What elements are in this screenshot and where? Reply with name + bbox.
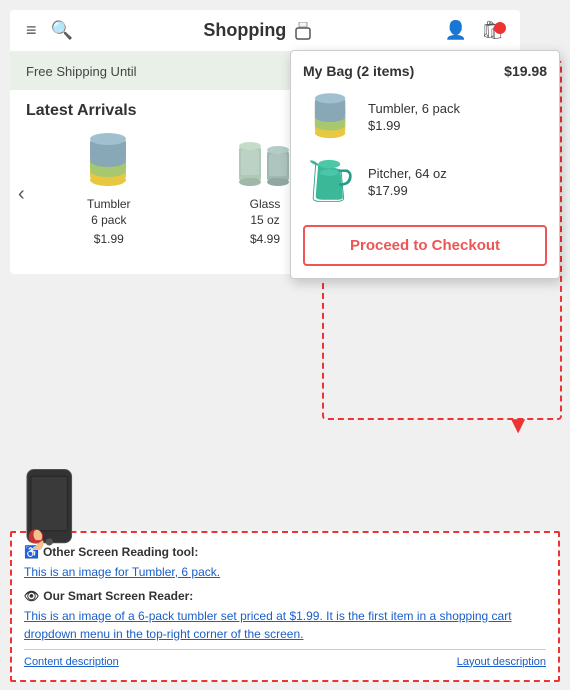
smart-reader-icon: 👁 (24, 587, 39, 605)
header-title: Shopping (203, 20, 314, 41)
tumbler-name: Tumbler6 pack (87, 197, 131, 228)
annotation-box: ♿ Other Screen Reading tool: This is an … (10, 531, 560, 683)
layout-description-link[interactable]: Layout description (457, 654, 546, 671)
cart-icon-wrap[interactable]: 🛍 (481, 20, 504, 41)
cart-item-pitcher-name: Pitcher, 64 oz (368, 166, 447, 181)
header: ≡ 🔍 Shopping 👤 🛍 (10, 10, 520, 52)
glass-price: $4.99 (250, 232, 280, 246)
header-left: ≡ 🔍 (26, 20, 73, 41)
smart-reader-label: Our Smart Screen Reader: (43, 587, 193, 605)
cart-item-tumbler: Tumbler, 6 pack $1.99 (303, 89, 547, 144)
banner-text: Free Shipping Until (26, 64, 137, 79)
search-icon[interactable]: 🔍 (51, 20, 73, 41)
menu-icon[interactable]: ≡ (26, 20, 37, 41)
cart-header: My Bag (2 items) $19.98 (303, 63, 547, 79)
smart-reader-link[interactable]: This is an image of a 6-pack tumbler set… (24, 609, 512, 641)
glass-image (233, 128, 298, 193)
cart-item-pitcher-price: $17.99 (368, 183, 447, 198)
annotation-footer: Content description Layout description (24, 649, 546, 671)
cart-dropdown: My Bag (2 items) $19.98 Tumbler, 6 pack … (290, 50, 560, 279)
tumbler-price: $1.99 (94, 232, 124, 246)
smart-reader-text: This is an image of a 6-pack tumbler set… (24, 607, 546, 643)
other-tool-text: This is an image for Tumbler, 6 pack. (24, 563, 546, 581)
header-right: 👤 🛍 (445, 20, 504, 41)
down-arrow-icon: ▼ (506, 412, 530, 440)
cart-item-tumbler-name: Tumbler, 6 pack (368, 101, 460, 116)
prev-arrow[interactable]: ‹ (14, 183, 29, 206)
cart-badge (494, 22, 506, 34)
product-tumbler[interactable]: Tumbler6 pack $1.99 (69, 128, 149, 262)
tumbler-image (76, 128, 141, 193)
shopping-bag-deco-icon (292, 22, 314, 40)
checkout-button[interactable]: Proceed to Checkout (303, 225, 547, 266)
title-text: Shopping (203, 20, 286, 41)
cart-tumbler-image (303, 89, 358, 144)
cart-item-pitcher: Pitcher, 64 oz $17.99 (303, 154, 547, 209)
cart-item-tumbler-price: $1.99 (368, 118, 460, 133)
user-icon[interactable]: 👤 (445, 20, 467, 41)
glass-name: Glass15 oz (250, 197, 281, 228)
phone-icon (14, 465, 89, 550)
other-tool-title: ♿ Other Screen Reading tool: (24, 543, 546, 561)
smart-reader-title: 👁 Our Smart Screen Reader: (24, 587, 546, 605)
cart-pitcher-image (303, 154, 358, 209)
cart-total: $19.98 (504, 63, 547, 79)
content-description-link[interactable]: Content description (24, 654, 119, 671)
cart-item-tumbler-info: Tumbler, 6 pack $1.99 (368, 101, 460, 133)
cart-item-pitcher-info: Pitcher, 64 oz $17.99 (368, 166, 447, 198)
cart-title: My Bag (2 items) (303, 63, 414, 79)
other-tool-link[interactable]: This is an image for Tumbler, 6 pack. (24, 565, 220, 579)
